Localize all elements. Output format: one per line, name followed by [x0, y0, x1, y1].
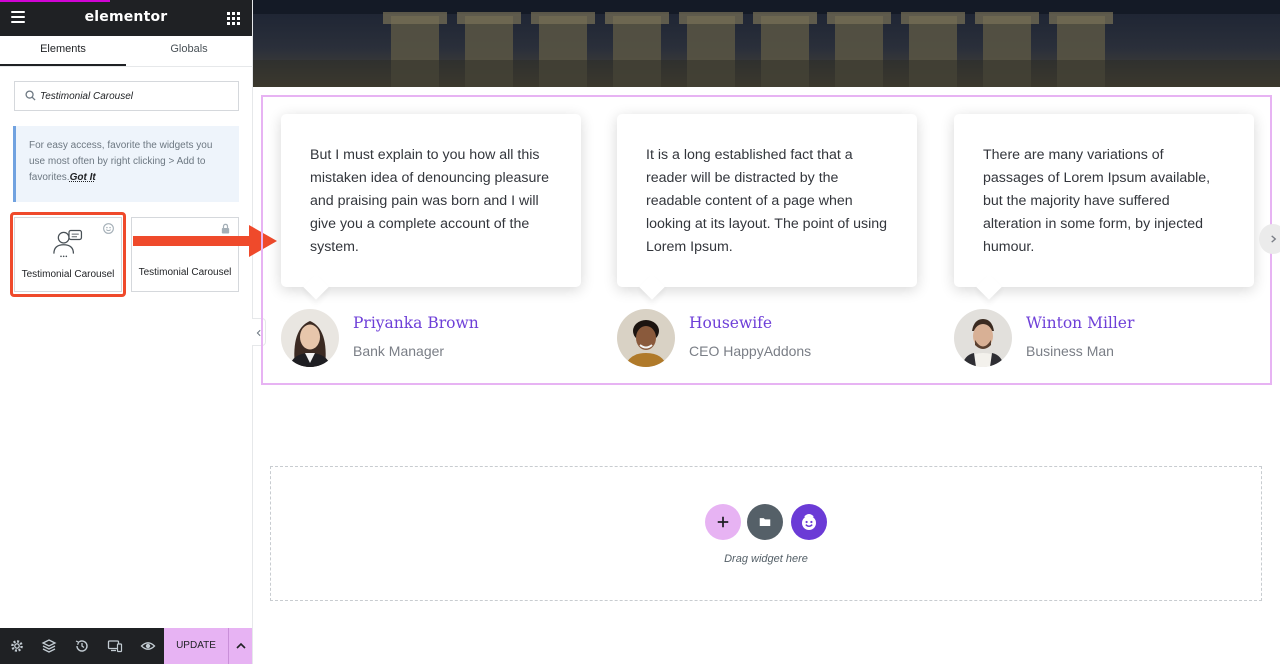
author-name: Priyanka Brown [353, 314, 479, 332]
plus-icon [717, 516, 729, 528]
empty-section-dropzone[interactable]: Drag widget here [270, 466, 1262, 601]
panel-header: elementor [0, 0, 252, 36]
avatar [281, 309, 339, 367]
columns-background [253, 0, 1280, 87]
notice-text: For easy access, favorite the widgets yo… [29, 140, 213, 183]
panel-tabs: Elements Globals [0, 36, 252, 67]
author-title: CEO HappyAddons [689, 343, 812, 359]
happyaddons-template-button[interactable] [791, 504, 827, 540]
hero-image [253, 0, 1280, 87]
eye-icon[interactable] [140, 638, 156, 654]
got-it-link[interactable]: Got It [70, 172, 96, 183]
loading-progress-bar [0, 0, 110, 2]
add-section-button[interactable] [705, 504, 741, 540]
tab-globals[interactable]: Globals [126, 36, 252, 66]
avatar [954, 309, 1012, 367]
author-name: Housewife [689, 314, 773, 332]
editor-panel: elementor Elements Globals For easy acce… [0, 0, 253, 664]
update-button[interactable]: UPDATE [164, 628, 228, 664]
drag-widget-hint: Drag widget here [724, 553, 808, 565]
search-input[interactable] [40, 82, 235, 110]
author-title: Business Man [1026, 343, 1114, 359]
widget-search [14, 81, 239, 111]
layers-icon[interactable] [41, 638, 57, 654]
add-template-button[interactable] [747, 504, 783, 540]
widget-highlight-box [10, 212, 126, 297]
widget-label: Testimonial Carousel [138, 267, 232, 278]
author-name: Winton Miller [1026, 314, 1135, 332]
tab-elements[interactable]: Elements [0, 36, 126, 66]
elementor-logo: elementor [84, 9, 168, 25]
update-options-button[interactable] [228, 628, 252, 664]
history-icon[interactable] [74, 638, 90, 654]
testimonial-card: But I must explain to you how all this m… [281, 114, 581, 300]
favorites-notice: For easy access, favorite the widgets yo… [13, 126, 239, 202]
testimonial-text: It is a long established fact that a rea… [646, 147, 888, 255]
panel-footer: UPDATE [0, 628, 252, 664]
folder-icon [759, 518, 771, 526]
testimonial-text: There are many variations of passages of… [983, 147, 1211, 255]
testimonial-text: But I must explain to you how all this m… [310, 147, 549, 255]
happyaddons-icon [802, 514, 816, 530]
testimonial-card: There are many variations of passages of… [954, 114, 1254, 300]
testimonial-card: It is a long established fact that a rea… [617, 114, 917, 300]
responsive-icon[interactable] [107, 638, 123, 654]
author-title: Bank Manager [353, 343, 445, 359]
widgets-grid-icon[interactable] [227, 12, 240, 25]
search-icon [25, 90, 36, 101]
chevron-right-icon [1271, 235, 1277, 243]
carousel-next-button[interactable] [1259, 224, 1280, 254]
chevron-up-icon [236, 642, 246, 649]
avatar [617, 309, 675, 367]
gear-icon[interactable] [9, 638, 25, 654]
red-arrow-annotation [133, 225, 277, 257]
